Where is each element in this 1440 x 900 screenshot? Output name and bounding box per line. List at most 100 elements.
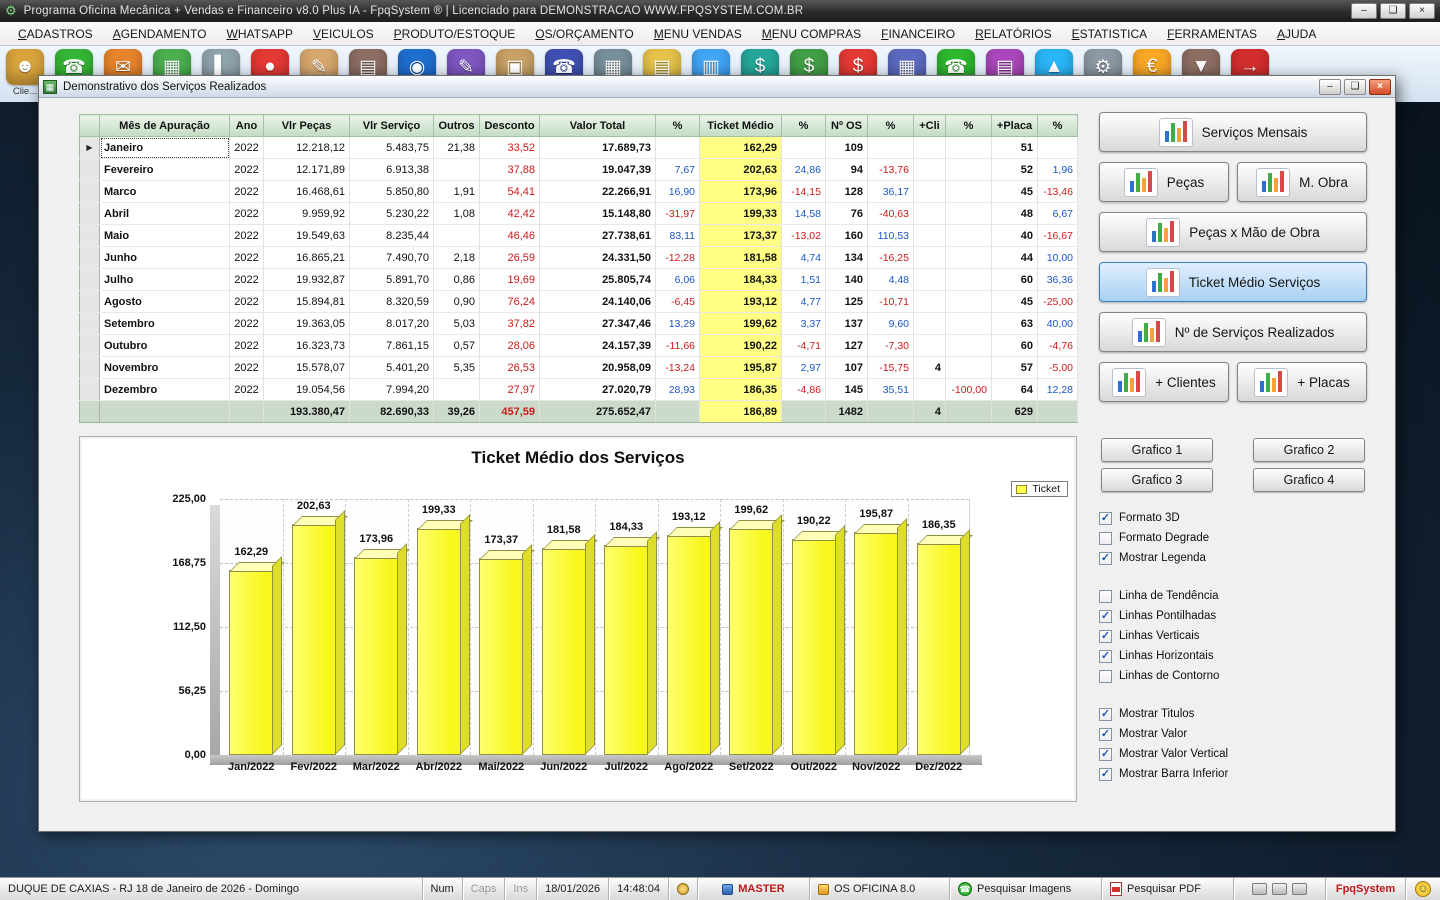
checkbox-linhas-horizontais[interactable]: ✓Linhas Horizontais [1099, 646, 1367, 666]
button-pecas-x-mao-de-obra[interactable]: Peças x Mão de Obra [1099, 212, 1367, 252]
table-row[interactable]: Novembro202215.578,075.401,205,3526,5320… [80, 357, 1078, 379]
chart-bar [854, 532, 898, 755]
cell: 39,26 [434, 401, 480, 423]
window-titlebar[interactable]: ⚙ Programa Oficina Mecânica + Vendas e F… [0, 0, 1440, 22]
table-row[interactable]: Setembro202219.363,058.017,205,0337,8227… [80, 313, 1078, 335]
button-grafico-3[interactable]: Grafico 3 [1101, 468, 1213, 492]
table-row[interactable]: Fevereiro202212.171,896.913,3837,8819.04… [80, 159, 1078, 181]
table-row[interactable]: ▶Janeiro202212.218,125.483,7521,3833,521… [80, 137, 1078, 159]
button-pecas[interactable]: Peças [1099, 162, 1229, 202]
column-header-desconto: Desconto [480, 115, 540, 137]
cell: 202,63 [700, 159, 782, 181]
cell: 2022 [230, 335, 264, 357]
status-search-images[interactable]: ☎ Pesquisar Imagens [950, 878, 1102, 900]
table-row[interactable]: Marco202216.468,615.850,801,9154,4122.26… [80, 181, 1078, 203]
checkbox-linhas-verticais[interactable]: ✓Linhas Verticais [1099, 626, 1367, 646]
cell [946, 335, 992, 357]
table-row[interactable]: Agosto202215.894,818.320,590,9076,2424.1… [80, 291, 1078, 313]
button-servicos-mensais[interactable]: Serviços Mensais [1099, 112, 1367, 152]
cell: 35,51 [868, 379, 914, 401]
cell: 184,33 [700, 269, 782, 291]
window-title: Programa Oficina Mecânica + Vendas e Fin… [24, 5, 804, 17]
menu-item-estatistica[interactable]: ESTATISTICA [1062, 24, 1158, 44]
cell: 16,90 [656, 181, 700, 203]
checkbox-formato-3d[interactable]: ✓Formato 3D [1099, 508, 1367, 528]
button-grafico-1[interactable]: Grafico 1 [1101, 438, 1213, 462]
table-row[interactable]: Julho202219.932,875.891,700,8619,6925.80… [80, 269, 1078, 291]
button-ticket-medio-servicos[interactable]: Ticket Médio Serviços [1099, 262, 1367, 302]
checkbox-mostrar-barra-inferior[interactable]: ✓Mostrar Barra Inferior [1099, 764, 1367, 784]
cell: 19.054,56 [264, 379, 350, 401]
cell: 13,29 [656, 313, 700, 335]
table-row[interactable]: Dezembro202219.054,567.994,2027,9727.020… [80, 379, 1078, 401]
cell [946, 203, 992, 225]
button-grafico-2[interactable]: Grafico 2 [1253, 438, 1365, 462]
checkbox-mostrar-valor-vertical[interactable]: ✓Mostrar Valor Vertical [1099, 744, 1367, 764]
cell: 0,86 [434, 269, 480, 291]
menu-item-menu-compras[interactable]: MENU COMPRAS [752, 24, 871, 44]
checkbox-box: ✓ [1099, 650, 1112, 663]
status-printers[interactable] [1234, 878, 1326, 900]
menu-item-produto-estoque[interactable]: PRODUTO/ESTOQUE [384, 24, 526, 44]
dialog-minimize-button[interactable]: – [1319, 79, 1341, 95]
column-header-: % [656, 115, 700, 137]
app-icon: ⚙ [5, 3, 17, 19]
toolbar-caption: Clie... [13, 86, 37, 97]
button-grafico-4[interactable]: Grafico 4 [1253, 468, 1365, 492]
menu-item-relatorios[interactable]: RELATÓRIOS [965, 24, 1061, 44]
checkbox-mostrar-legenda[interactable]: ✓Mostrar Legenda [1099, 548, 1367, 568]
menu-item-os-orcamento[interactable]: OS/ORÇAMENTO [525, 24, 643, 44]
column-header-n-os: Nº OS [826, 115, 868, 137]
cell: 46,46 [480, 225, 540, 247]
cell [946, 159, 992, 181]
menu-item-cadastros[interactable]: CADASTROS [8, 24, 103, 44]
checkbox-linhas-de-contorno[interactable]: Linhas de Contorno [1099, 666, 1367, 686]
menu-item-veiculos[interactable]: VEICULOS [303, 24, 384, 44]
close-button[interactable]: × [1409, 3, 1435, 19]
button-mao-de-obra[interactable]: M. Obra [1237, 162, 1367, 202]
cell: 60 [992, 269, 1038, 291]
cell: 2022 [230, 181, 264, 203]
table-row[interactable]: Outubro202216.323,737.861,150,5728,0624.… [80, 335, 1078, 357]
table-row[interactable]: Junho202216.865,217.490,702,1826,5924.33… [80, 247, 1078, 269]
cell: 27.347,46 [540, 313, 656, 335]
menu-item-menu-vendas[interactable]: MENU VENDAS [644, 24, 752, 44]
application-window: ⚙ Programa Oficina Mecânica + Vendas e F… [0, 0, 1440, 900]
checkbox-linhas-pontilhadas[interactable]: ✓Linhas Pontilhadas [1099, 606, 1367, 626]
cell: 27.020,79 [540, 379, 656, 401]
cell: Outubro [100, 335, 230, 357]
table-row[interactable]: Abril20229.959,925.230,221,0842,4215.148… [80, 203, 1078, 225]
cell [946, 357, 992, 379]
checkbox-formato-degrade[interactable]: Formato Degrade [1099, 528, 1367, 548]
cell [946, 291, 992, 313]
menu-item-financeiro[interactable]: FINANCEIRO [871, 24, 965, 44]
menu-item-ajuda[interactable]: AJUDA [1267, 24, 1326, 44]
totals-row[interactable]: 193.380,4782.690,3339,26457,59275.652,47… [80, 401, 1078, 423]
cell [914, 269, 946, 291]
button-mais-clientes[interactable]: + Clientes [1099, 362, 1229, 402]
cell: 12,28 [1038, 379, 1078, 401]
dialog-maximize-button[interactable]: ❏ [1344, 79, 1366, 95]
maximize-button[interactable]: ❏ [1380, 3, 1406, 19]
dialog-titlebar[interactable]: ▦ Demonstrativo dos Serviços Realizados … [39, 76, 1395, 98]
checkbox-mostrar-titulos[interactable]: ✓Mostrar Titulos [1099, 704, 1367, 724]
cell [914, 379, 946, 401]
minimize-button[interactable]: – [1351, 3, 1377, 19]
dialog-close-button[interactable]: × [1369, 79, 1391, 95]
menu-item-whatsapp[interactable]: WHATSAPP [217, 24, 303, 44]
table-row[interactable]: Maio202219.549,638.235,4446,4627.738,618… [80, 225, 1078, 247]
menu-item-agendamento[interactable]: AGENDAMENTO [103, 24, 217, 44]
status-search-pdf[interactable]: Pesquisar PDF [1102, 878, 1234, 900]
y-tick-label: 112,50 [136, 621, 206, 633]
x-tick-label: Fev/2022 [283, 761, 346, 773]
cell: -25,00 [1038, 291, 1078, 313]
cell: 15.894,81 [264, 291, 350, 313]
cell [914, 291, 946, 313]
button-num-servicos-realizados[interactable]: Nº de Serviços Realizados [1099, 312, 1367, 352]
checkbox-mostrar-valor[interactable]: ✓Mostrar Valor [1099, 724, 1367, 744]
menu-item-ferramentas[interactable]: FERRAMENTAS [1157, 24, 1267, 44]
cell: 127 [826, 335, 868, 357]
checkbox-linha-de-tendencia[interactable]: Linha de Tendência [1099, 586, 1367, 606]
cell: -4,76 [1038, 335, 1078, 357]
button-mais-placas[interactable]: + Placas [1237, 362, 1367, 402]
